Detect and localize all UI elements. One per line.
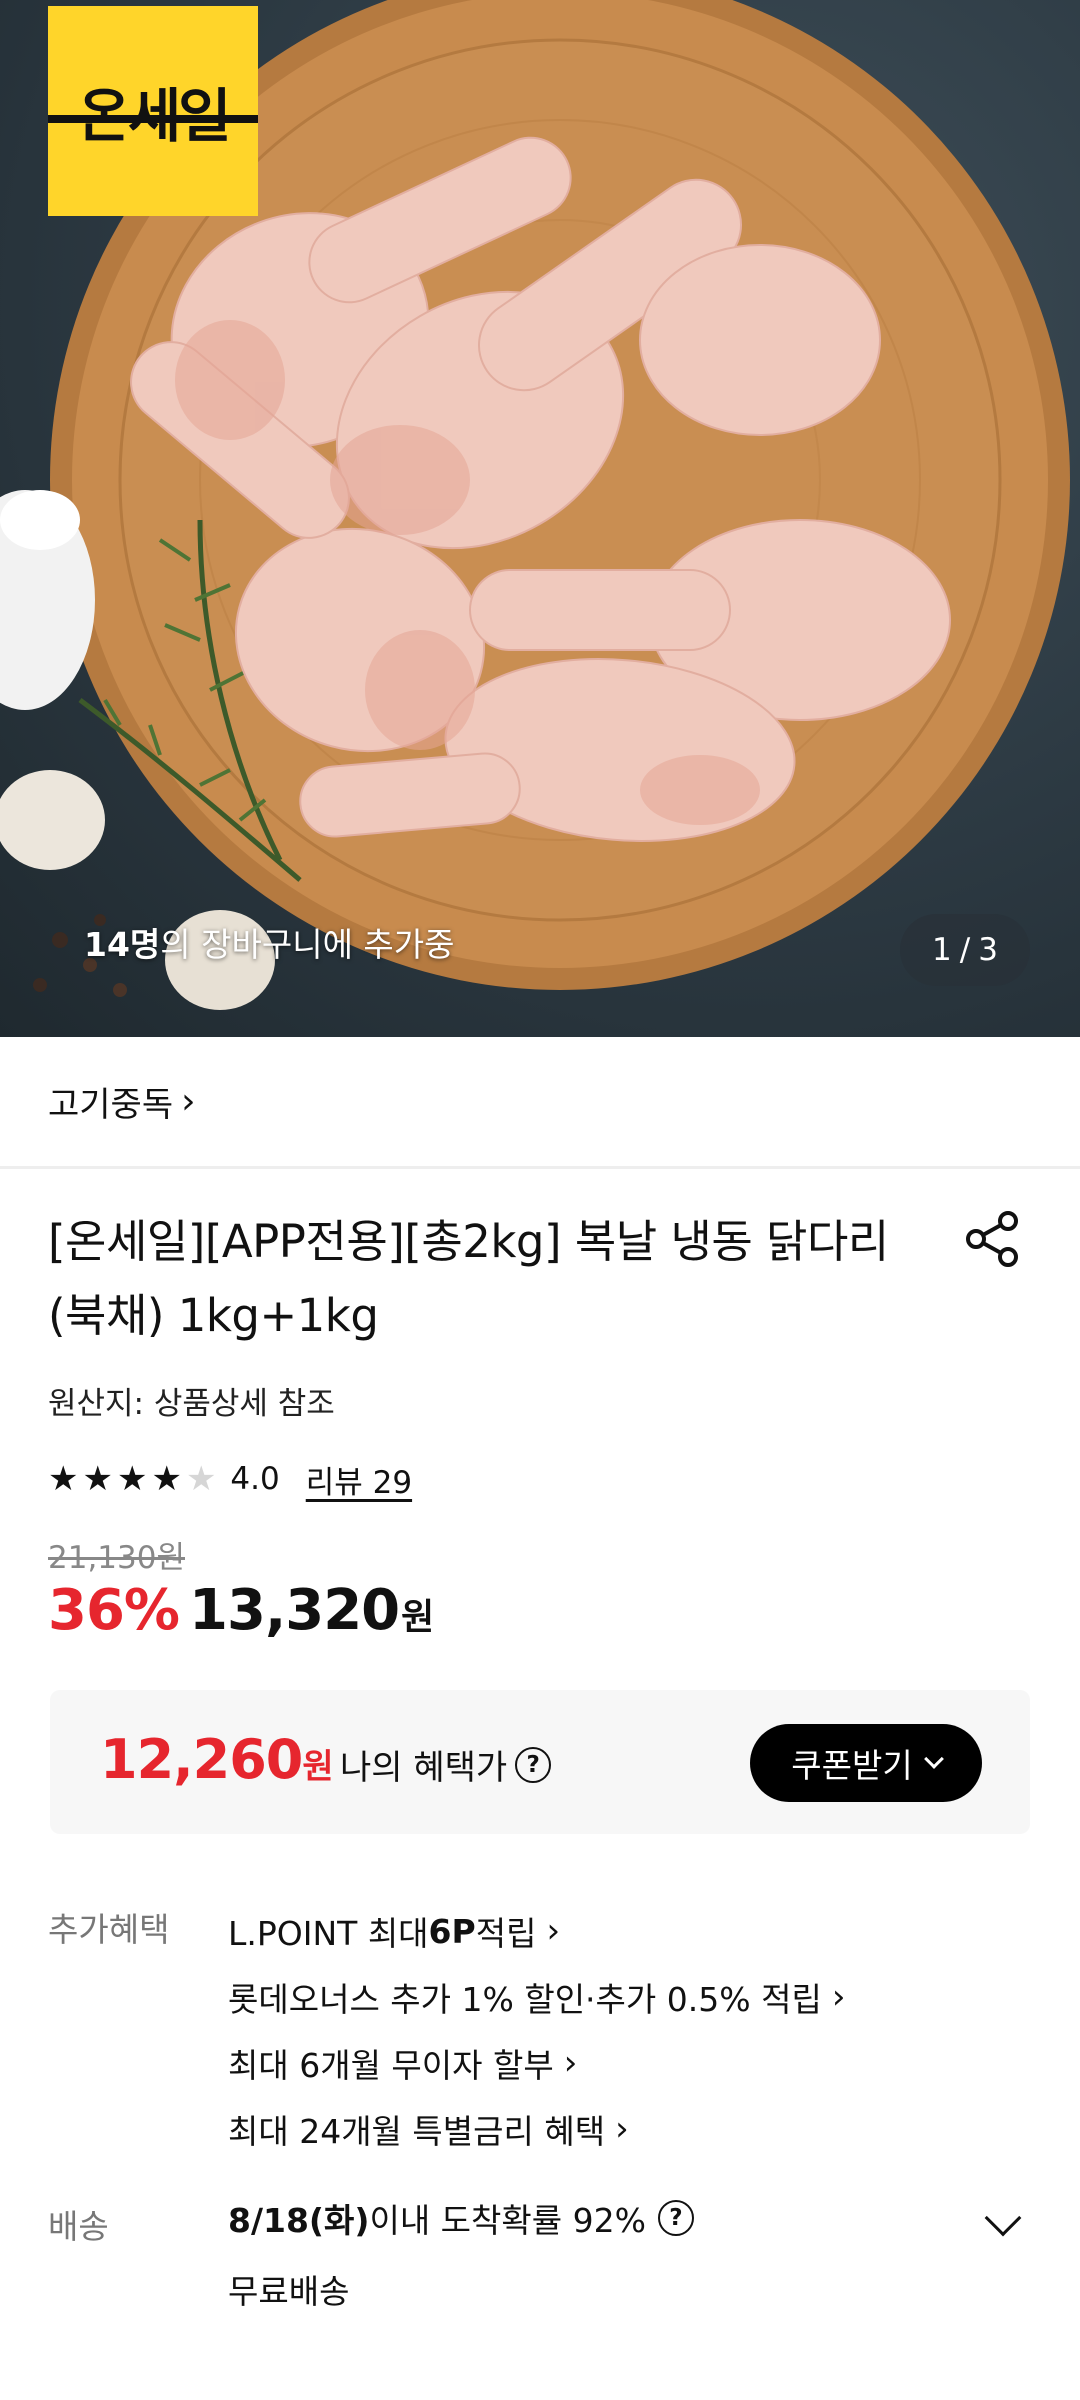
pager-total: 3 bbox=[978, 932, 998, 968]
benefit-item-lpoint[interactable]: L.POINT 최대 6P 적립 › bbox=[228, 1898, 845, 1964]
price-row: 36% 13,320 원 bbox=[48, 1578, 434, 1643]
question-circle-icon[interactable]: ? bbox=[657, 2200, 694, 2236]
star-icon: ★ bbox=[151, 1459, 182, 1499]
origin-info: 원산지: 상품상세 참조 bbox=[48, 1386, 335, 1422]
shipping-label: 배송 bbox=[48, 2207, 109, 2246]
pager-current: 1 bbox=[932, 932, 952, 968]
currency-unit: 원 bbox=[401, 1597, 435, 1638]
benefit-text: 최대 6개월 무이자 할부 bbox=[228, 2046, 554, 2085]
arrival-date: 8/18(화) bbox=[228, 2201, 370, 2240]
benefit-text: L.POINT 최대 bbox=[228, 1914, 429, 1953]
star-icon: ★ bbox=[82, 1459, 113, 1499]
benefit-label-text: 나의 혜택가 bbox=[340, 1748, 508, 1788]
cart-count-suffix: 의 장바구니에 추가중 bbox=[160, 925, 455, 964]
logo-text: 온세일 bbox=[77, 82, 231, 150]
extra-benefits-list: L.POINT 최대 6P 적립 › 롯데오너스 추가 1% 할인·추가 0.5… bbox=[228, 1898, 845, 2162]
chevron-right-icon: › bbox=[181, 1081, 196, 1122]
rating-score: 4.0 bbox=[230, 1461, 280, 1497]
arrival-estimate: 8/18(화) 이내 도착확률 92% ? bbox=[228, 2190, 694, 2246]
rating-stars: ★ ★ ★ ★ ★ bbox=[48, 1459, 216, 1499]
benefit-text-bold: 6P bbox=[428, 1911, 476, 1951]
cart-count-text: 14명의 장바구니에 추가중 bbox=[84, 918, 455, 966]
pager-separator: / bbox=[959, 932, 971, 968]
benefit-price-box: 12,260 원 나의 혜택가 ? 쿠폰받기 bbox=[50, 1690, 1030, 1834]
question-circle-icon[interactable]: ? bbox=[515, 1746, 552, 1783]
benefit-item-lotte-honors[interactable]: 롯데오너스 추가 1% 할인·추가 0.5% 적립 › bbox=[228, 1964, 845, 2030]
original-price: 21,130원 bbox=[48, 1540, 185, 1576]
product-title: [온세일][APP전용][총2kg] 복날 냉동 닭다리(북채) 1kg+1kg bbox=[48, 1215, 889, 1342]
arrival-probability: 이내 도착확률 92% bbox=[369, 2201, 646, 2240]
benefit-price-value: 12,260 bbox=[100, 1728, 303, 1791]
review-link[interactable]: 리뷰 29 bbox=[306, 1457, 412, 1502]
benefit-item-installment[interactable]: 최대 6개월 무이자 할부 › bbox=[228, 2030, 845, 2096]
my-benefit-price: 12,260 원 bbox=[100, 1728, 334, 1791]
chevron-right-icon: › bbox=[546, 1911, 561, 1951]
star-empty-icon: ★ bbox=[185, 1459, 217, 1499]
star-icon: ★ bbox=[116, 1459, 148, 1499]
get-coupon-button[interactable]: 쿠폰받기 bbox=[750, 1724, 982, 1802]
onsale-logo: 온세일 bbox=[48, 6, 258, 216]
benefit-price-label: 나의 혜택가 ? bbox=[340, 1740, 552, 1789]
chevron-right-icon: › bbox=[615, 2109, 629, 2149]
chevron-right-icon: › bbox=[563, 2043, 578, 2083]
chevron-right-icon: › bbox=[831, 1977, 846, 2017]
brand-link[interactable]: 고기중독 › bbox=[0, 1037, 1080, 1169]
chevron-down-icon bbox=[923, 1749, 944, 1769]
discount-rate: 36% bbox=[48, 1578, 180, 1643]
brand-name: 고기중독 bbox=[48, 1085, 174, 1125]
shipping-info: 8/18(화) 이내 도착확률 92% ? 무료배송 bbox=[228, 2190, 694, 2322]
star-icon: ★ bbox=[48, 1459, 79, 1499]
extra-benefits-label: 추가혜택 bbox=[48, 1910, 170, 1949]
cart-count-number: 14명 bbox=[84, 925, 161, 964]
benefit-text: 롯데오너스 추가 1% 할인·추가 0.5% 적립 bbox=[228, 1980, 822, 2019]
sale-price: 13,320 bbox=[189, 1578, 400, 1643]
chevron-down-icon[interactable] bbox=[984, 2199, 1022, 2237]
product-image[interactable]: 온세일 14명의 장바구니에 추가중 1 / 3 bbox=[0, 0, 1080, 1037]
share-icon[interactable] bbox=[962, 1208, 1024, 1270]
rating-row: ★ ★ ★ ★ ★ 4.0 리뷰 29 bbox=[48, 1455, 412, 1503]
benefit-text: 최대 24개월 특별금리 혜택 bbox=[228, 2112, 606, 2151]
benefit-text: 적립 bbox=[475, 1914, 537, 1953]
shipping-fee: 무료배송 bbox=[228, 2272, 350, 2311]
benefit-price-currency: 원 bbox=[302, 1747, 334, 1787]
benefit-item-special-rate[interactable]: 최대 24개월 특별금리 혜택 › bbox=[228, 2096, 845, 2162]
coupon-button-label: 쿠폰받기 bbox=[791, 1746, 913, 1785]
image-pager: 1 / 3 bbox=[900, 914, 1030, 986]
